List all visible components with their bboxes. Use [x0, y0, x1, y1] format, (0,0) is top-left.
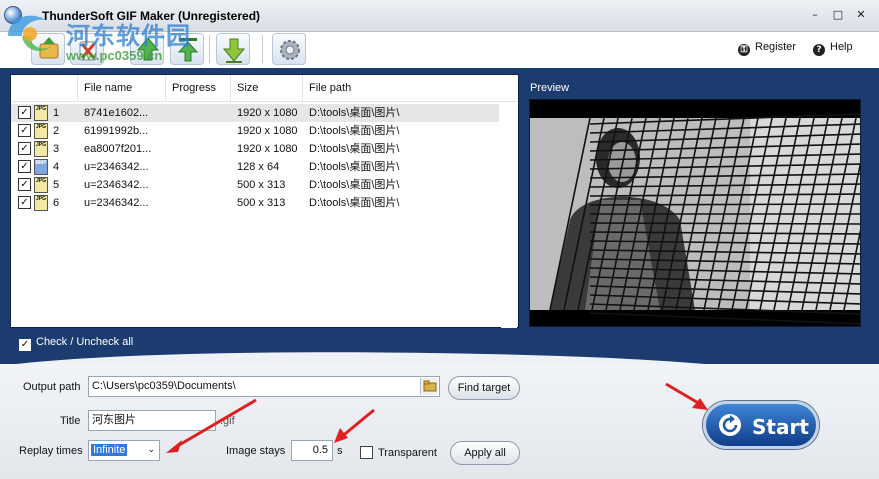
row-index: 5	[53, 179, 60, 191]
file-name-cell: u=2346342...	[84, 179, 149, 191]
image-stays-unit: s	[337, 445, 343, 457]
watermark-text: 河东软件园	[66, 22, 191, 50]
transparent-checkbox[interactable]	[360, 446, 373, 459]
table-row[interactable]: ✓ JPG 2 61991992b... 1920 x 1080 D:\tools\桌面\…	[11, 122, 499, 140]
preview-image	[529, 99, 861, 327]
row-index: 4	[53, 161, 60, 173]
file-name-cell: ea8007f201...	[84, 143, 152, 155]
output-path-label: Output path	[23, 381, 81, 393]
image-stays-field[interactable]: 0.5	[291, 440, 333, 461]
size-cell: 1920 x 1080	[237, 125, 298, 137]
row-index: 1	[53, 107, 60, 119]
apply-all-button[interactable]: Apply all	[450, 441, 520, 465]
browse-folder-button[interactable]	[420, 378, 438, 395]
table-row[interactable]: ✓ BMP 4 u=2346342... 128 x 64 D:\tools\桌面\图片\	[11, 158, 499, 176]
vertical-scrollbar[interactable]	[501, 102, 517, 328]
move-down-icon	[222, 38, 246, 63]
register-label: Register	[755, 41, 796, 53]
row-checkbox[interactable]: ✓	[18, 196, 31, 209]
title-extension: .gif	[220, 415, 235, 427]
table-row[interactable]: ✓ JPG 5 u=2346342... 500 x 313 D:\tools\桌面\图片…	[11, 176, 499, 194]
file-name-cell: u=2346342...	[84, 161, 149, 173]
file-path-cell: D:\tools\桌面\图片\	[309, 179, 400, 191]
size-cell: 1920 x 1080	[237, 143, 298, 155]
row-index: 6	[53, 197, 60, 209]
image-stays-label: Image stays	[226, 445, 286, 457]
key-icon: ⚿	[738, 44, 750, 56]
minimize-button[interactable]: –	[807, 8, 823, 22]
help-label: Help	[830, 41, 853, 53]
column-header-progress[interactable]: Progress	[165, 75, 231, 102]
file-path-cell: D:\tools\桌面\图片\	[309, 197, 400, 209]
output-path-field[interactable]: C:\Users\pc0359\Documents\	[88, 376, 440, 397]
file-path-cell: D:\tools\桌面\图片\	[309, 107, 400, 119]
size-cell: 128 x 64	[237, 161, 280, 173]
file-name-cell: 61991992b...	[84, 125, 149, 137]
watermark-url: www.pc0359.cn	[66, 48, 163, 63]
row-checkbox[interactable]: ✓	[18, 142, 31, 155]
help-icon: ?	[813, 44, 825, 56]
file-path-cell: D:\tools\桌面\图片\	[309, 125, 400, 137]
title-label: Title	[60, 415, 81, 427]
column-header-file-name[interactable]: File name	[77, 75, 157, 102]
table-row[interactable]: ✓ JPG 3 ea8007f201... 1920 x 1080 D:\tools\桌面…	[11, 140, 499, 158]
watermark-logo	[8, 15, 52, 51]
find-target-button[interactable]: Find target	[448, 376, 520, 400]
file-name-cell: u=2346342...	[84, 197, 149, 209]
preview-label: Preview	[530, 82, 570, 94]
maximize-button[interactable]: □	[830, 8, 846, 22]
file-list-header: File name Progress Size File path	[11, 75, 518, 102]
chevron-down-icon: ⌄	[147, 445, 155, 455]
toolbar-separator	[209, 35, 210, 63]
main-panel: File name Progress Size File path ✓ JPG 1 8…	[0, 68, 879, 364]
jpg-file-icon: JPG	[34, 141, 48, 157]
column-header-file-path[interactable]: File path	[302, 75, 502, 102]
jpg-file-icon: JPG	[34, 105, 48, 121]
folder-icon	[423, 380, 437, 392]
jpg-file-icon: JPG	[34, 123, 48, 139]
settings-icon	[280, 40, 300, 60]
help-link[interactable]: ? Help	[813, 41, 853, 56]
column-header-size[interactable]: Size	[230, 75, 302, 102]
transparent-label: Transparent	[378, 447, 437, 459]
row-checkbox[interactable]: ✓	[18, 124, 31, 137]
size-cell: 500 x 313	[237, 179, 286, 191]
table-row[interactable]: ✓ JPG 6 u=2346342... 500 x 313 D:\tools\桌面\图片…	[11, 194, 499, 212]
bmp-file-icon: BMP	[34, 159, 48, 175]
row-index: 3	[53, 143, 60, 155]
toolbar-separator	[262, 35, 263, 63]
title-field[interactable]: 河东图片	[88, 410, 216, 431]
file-list[interactable]: File name Progress Size File path ✓ JPG 1 8…	[10, 74, 519, 328]
check-all-label: Check / Uncheck all	[36, 336, 134, 348]
file-path-cell: D:\tools\桌面\图片\	[309, 161, 400, 173]
file-path-cell: D:\tools\桌面\图片\	[309, 143, 400, 155]
close-button[interactable]: ✕	[853, 8, 869, 22]
row-checkbox[interactable]: ✓	[18, 178, 31, 191]
row-index: 2	[53, 125, 60, 137]
start-label: Start	[752, 415, 809, 439]
size-cell: 1920 x 1080	[237, 107, 298, 119]
row-checkbox[interactable]: ✓	[18, 160, 31, 173]
start-button[interactable]: Start	[703, 401, 819, 449]
preview-photo	[530, 100, 860, 326]
table-row[interactable]: ✓ JPG 1 8741e1602... 1920 x 1080 D:\tools\桌面\…	[11, 104, 499, 122]
replay-times-select[interactable]: Infinite ⌄	[88, 440, 160, 461]
register-link[interactable]: ⚿ Register	[738, 41, 796, 56]
settings-button[interactable]	[272, 33, 306, 65]
size-cell: 500 x 313	[237, 197, 286, 209]
replay-times-value: Infinite	[91, 444, 128, 456]
refresh-icon	[719, 414, 741, 436]
jpg-file-icon: JPG	[34, 195, 48, 211]
move-down-button[interactable]	[216, 33, 250, 65]
file-name-cell: 8741e1602...	[84, 107, 149, 119]
jpg-file-icon: JPG	[34, 177, 48, 193]
row-checkbox[interactable]: ✓	[18, 106, 31, 119]
replay-times-label: Replay times	[19, 445, 83, 457]
